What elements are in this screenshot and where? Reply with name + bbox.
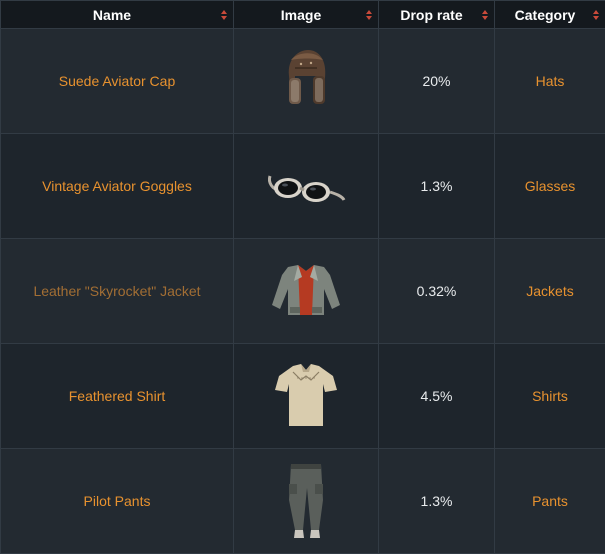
item-name-link[interactable]: Suede Aviator Cap — [59, 73, 176, 89]
drop-rate-value: 1.3% — [421, 493, 453, 509]
sort-arrows-icon[interactable] — [482, 10, 488, 20]
header-label: Image — [281, 7, 321, 23]
drop-rate-cell: 1.3% — [379, 134, 495, 239]
item-name-link[interactable]: Leather "Skyrocket" Jacket — [33, 283, 200, 299]
name-cell: Pilot Pants — [1, 449, 234, 554]
image-cell — [234, 239, 379, 344]
header-category[interactable]: Category — [495, 1, 605, 29]
drop-rate-cell: 0.32% — [379, 239, 495, 344]
table-row: Pilot Pants 1.3% Pants — [1, 449, 605, 554]
drop-rate-cell: 20% — [379, 29, 495, 134]
sort-arrows-icon[interactable] — [593, 10, 599, 20]
shirt-icon — [271, 360, 341, 432]
drop-rate-value: 1.3% — [421, 178, 453, 194]
category-cell: Hats — [495, 29, 605, 134]
table-row: Leather "Skyrocket" Jacket 0.32% Jackets — [1, 239, 605, 344]
sort-arrows-icon[interactable] — [366, 10, 372, 20]
table-header-row: Name Image Drop rate Category — [1, 1, 605, 29]
item-name-link[interactable]: Vintage Aviator Goggles — [42, 178, 192, 194]
header-name[interactable]: Name — [1, 1, 234, 29]
item-name-link[interactable]: Pilot Pants — [84, 493, 151, 509]
header-drop-rate[interactable]: Drop rate — [379, 1, 495, 29]
table-row: Feathered Shirt 4.5% Shirts — [1, 344, 605, 449]
category-link[interactable]: Shirts — [532, 388, 568, 404]
drop-rate-cell: 4.5% — [379, 344, 495, 449]
items-table: Name Image Drop rate Category Suede Avia… — [0, 0, 605, 554]
category-cell: Shirts — [495, 344, 605, 449]
drop-rate-value: 20% — [422, 73, 450, 89]
image-cell — [234, 29, 379, 134]
header-label: Drop rate — [400, 7, 462, 23]
image-cell — [234, 449, 379, 554]
table-row: Suede Aviator Cap 20% Hat — [1, 29, 605, 134]
goggles-icon — [266, 166, 346, 206]
category-link[interactable]: Pants — [532, 493, 568, 509]
image-cell — [234, 134, 379, 239]
drop-rate-cell: 1.3% — [379, 449, 495, 554]
name-cell: Leather "Skyrocket" Jacket — [1, 239, 234, 344]
category-cell: Jackets — [495, 239, 605, 344]
header-image[interactable]: Image — [234, 1, 379, 29]
sort-arrows-icon[interactable] — [221, 10, 227, 20]
name-cell: Vintage Aviator Goggles — [1, 134, 234, 239]
category-link[interactable]: Jackets — [526, 283, 573, 299]
item-name-link[interactable]: Feathered Shirt — [69, 388, 166, 404]
aviator-cap-icon — [281, 46, 331, 116]
pants-icon — [281, 460, 331, 542]
category-link[interactable]: Hats — [536, 73, 565, 89]
drop-rate-value: 4.5% — [421, 388, 453, 404]
header-label: Name — [93, 7, 131, 23]
category-link[interactable]: Glasses — [525, 178, 576, 194]
image-cell — [234, 344, 379, 449]
name-cell: Feathered Shirt — [1, 344, 234, 449]
jacket-icon — [268, 261, 344, 321]
category-cell: Glasses — [495, 134, 605, 239]
header-label: Category — [515, 7, 576, 23]
table-row: Vintage Aviator Goggles 1.3% — [1, 134, 605, 239]
name-cell: Suede Aviator Cap — [1, 29, 234, 134]
drop-rate-value: 0.32% — [417, 283, 457, 299]
category-cell: Pants — [495, 449, 605, 554]
